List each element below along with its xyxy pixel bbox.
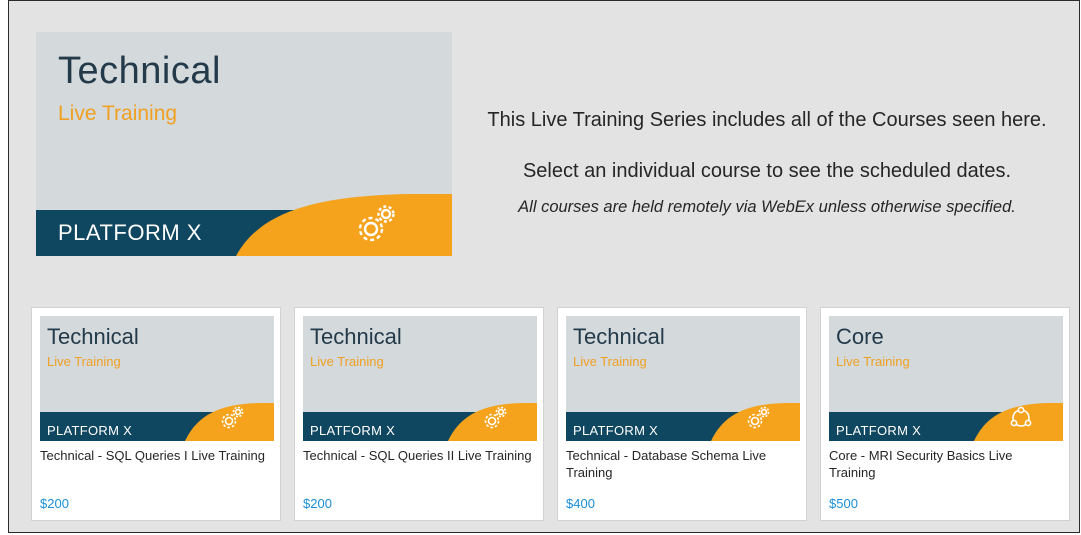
network-icon [1010,406,1032,427]
course-thumbnail[interactable]: Technical Live Training PLATFORM X [40,316,274,441]
thumb-title: Core [836,324,884,349]
course-card[interactable]: Technical Live Training PLATFORM X Techn… [294,307,544,521]
course-thumbnail[interactable]: Technical Live Training PLATFORM X [566,316,800,441]
course-card[interactable]: Technical Live Training PLATFORM X Techn… [31,307,281,521]
course-card[interactable]: Core Live Training PLATFORM X Core - MRI… [820,307,1070,521]
thumb-title: Technical [47,324,139,349]
course-name-link[interactable]: Technical - SQL Queries II Live Training [303,447,535,464]
content-frame: Technical Live Training PLATFORM X This … [8,0,1080,533]
intro-line-series: This Live Training Series includes all o… [487,109,1047,131]
intro-remote-note: All courses are held remotely via WebEx … [518,198,1016,216]
course-price: $500 [829,496,858,511]
gears-icon [221,406,244,429]
banner-brand: PLATFORM X [58,220,202,245]
course-card[interactable]: Technical Live Training PLATFORM X Techn… [557,307,807,521]
thumb-subtitle: Live Training [47,354,121,369]
thumb-brand: PLATFORM X [573,423,659,438]
banner-title: Technical [58,50,221,92]
course-thumbnail[interactable]: Technical Live Training PLATFORM X [303,316,537,441]
thumb-title: Technical [573,324,665,349]
gears-icon [747,406,770,429]
course-price: $200 [40,496,69,511]
course-thumbnail[interactable]: Core Live Training PLATFORM X [829,316,1063,441]
course-name-link[interactable]: Technical - SQL Queries I Live Training [40,447,272,464]
thumb-brand: PLATFORM X [310,423,396,438]
thumb-subtitle: Live Training [573,354,647,369]
course-price: $400 [566,496,595,511]
intro-line-select: Select an individual course to see the s… [522,160,1012,182]
course-name-link[interactable]: Technical - Database Schema Live Trainin… [566,447,798,481]
thumb-title: Technical [310,324,402,349]
series-banner-image: Technical Live Training PLATFORM X [36,32,452,256]
course-name-link[interactable]: Core - MRI Security Basics Live Training [829,447,1061,481]
thumb-subtitle: Live Training [836,354,910,369]
course-price: $200 [303,496,332,511]
gears-icon [358,205,395,242]
thumb-brand: PLATFORM X [836,423,922,438]
banner-subtitle: Live Training [58,102,178,125]
series-description: This Live Training Series includes all o… [467,97,1067,217]
gears-icon [484,406,507,429]
thumb-subtitle: Live Training [310,354,384,369]
thumb-brand: PLATFORM X [47,423,133,438]
